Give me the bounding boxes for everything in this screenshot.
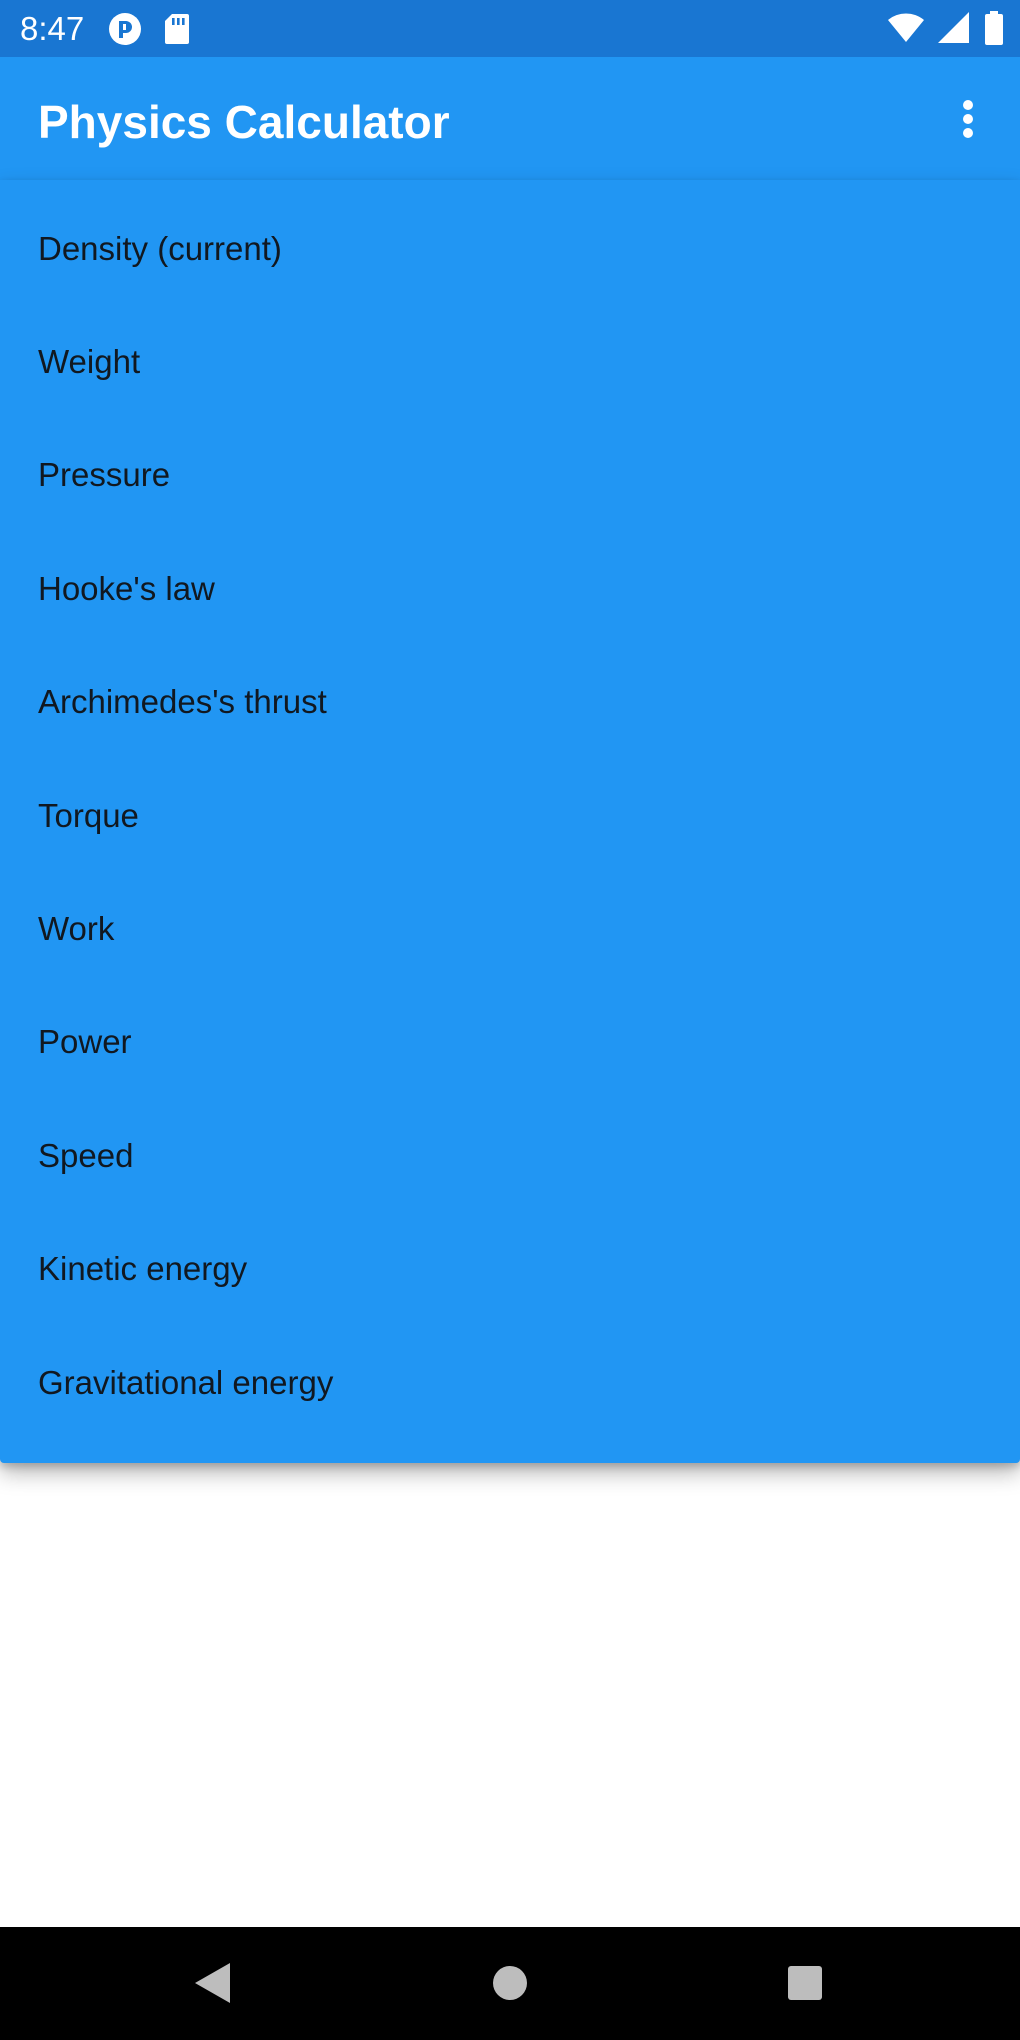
back-icon xyxy=(195,1963,230,2003)
screen: 8:47 Physics Calculator Density (current… xyxy=(0,0,1020,2040)
status-time: 8:47 xyxy=(20,10,85,47)
more-vert-icon xyxy=(963,100,973,138)
notification-app-icon xyxy=(108,12,142,46)
menu-item-weight[interactable]: Weight xyxy=(0,305,1020,418)
home-button[interactable] xyxy=(482,1955,538,2011)
back-button[interactable] xyxy=(184,1955,240,2011)
sd-card-icon xyxy=(164,13,190,45)
app-bar: Physics Calculator xyxy=(0,57,1020,180)
app-title: Physics Calculator xyxy=(38,96,450,148)
status-bar: 8:47 xyxy=(0,0,1020,57)
menu-item-work[interactable]: Work xyxy=(0,872,1020,985)
menu-item-power[interactable]: Power xyxy=(0,986,1020,1099)
menu-item-gravitational-energy[interactable]: Gravitational energy xyxy=(0,1326,1020,1439)
menu-item-speed[interactable]: Speed xyxy=(0,1099,1020,1212)
cellular-signal-icon xyxy=(938,12,970,44)
home-icon xyxy=(493,1966,527,2000)
battery-icon xyxy=(984,11,1004,45)
menu-list: Density (current) Weight Pressure Hooke'… xyxy=(0,180,1020,1439)
dropdown-menu: Density (current) Weight Pressure Hooke'… xyxy=(0,180,1020,1463)
menu-item-density[interactable]: Density (current) xyxy=(0,192,1020,305)
status-left-icons xyxy=(108,12,212,46)
menu-item-hookes-law[interactable]: Hooke's law xyxy=(0,532,1020,645)
status-right-icons xyxy=(874,10,1004,46)
menu-item-kinetic-energy[interactable]: Kinetic energy xyxy=(0,1213,1020,1326)
overflow-menu-button[interactable] xyxy=(938,89,998,149)
recents-button[interactable] xyxy=(777,1955,833,2011)
menu-item-torque[interactable]: Torque xyxy=(0,759,1020,872)
recents-icon xyxy=(788,1966,822,2000)
wifi-icon xyxy=(888,13,924,43)
menu-item-pressure[interactable]: Pressure xyxy=(0,419,1020,532)
navigation-bar xyxy=(0,1927,1020,2040)
menu-item-archimedes-thrust[interactable]: Archimedes's thrust xyxy=(0,646,1020,759)
